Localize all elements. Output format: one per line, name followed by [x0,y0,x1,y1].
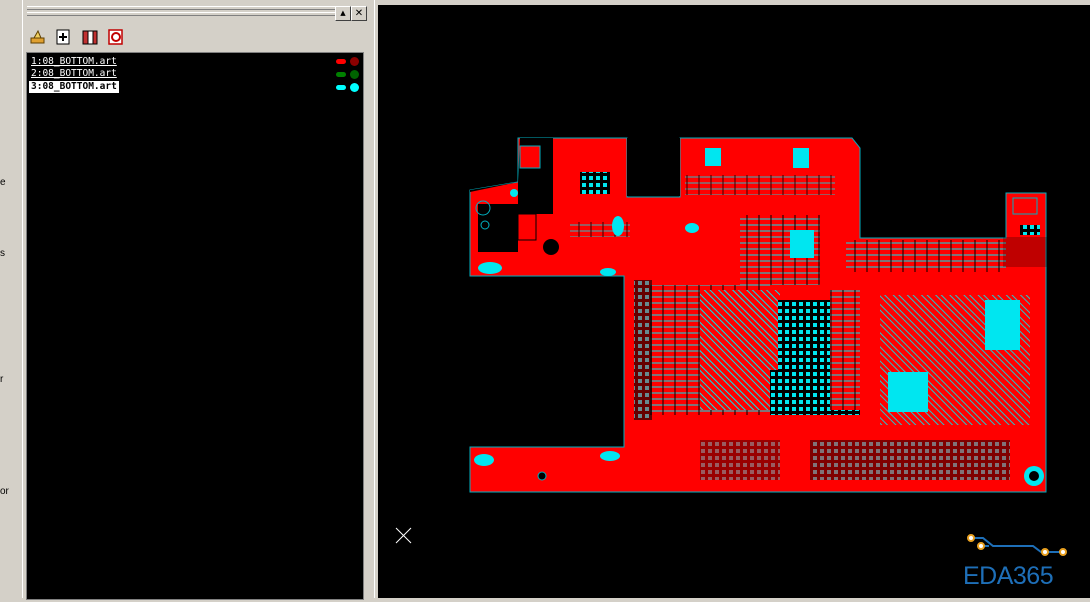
layer-list: 1:08_BOTTOM.art 2:08_BOTTOM.art 3:08_BOT… [26,52,364,600]
strip-letter: r [0,374,4,385]
layer-color-swatch[interactable] [336,85,346,90]
strip-letter: e [0,177,6,188]
panel-minimize-button[interactable]: ▲ [335,6,351,21]
layer-row[interactable]: 1:08_BOTTOM.art [29,56,119,68]
pcb-canvas[interactable]: EDA365 [378,5,1090,598]
open-file-icon[interactable] [29,28,47,46]
layer-visibility-dot[interactable] [350,83,359,92]
panel-close-button[interactable]: ✕ [351,6,367,21]
strip-letter: s [0,248,5,259]
pcb-board-drawing [395,137,1047,544]
app-side-strip: e s r or [0,0,23,598]
logo-text: EDA365 [963,562,1054,590]
panel-grip[interactable] [27,6,353,16]
add-layer-icon[interactable] [55,28,73,46]
strip-letter: or [0,486,9,497]
eda365-logo: EDA365 [963,532,1079,592]
origin-marker [395,527,412,544]
layer-row[interactable]: 2:08_BOTTOM.art [29,68,119,80]
layer-stack-icon[interactable] [81,28,99,46]
layer-row-selected[interactable]: 3:08_BOTTOM.art [29,81,119,93]
delete-layer-icon[interactable] [107,28,125,46]
layer-visibility-dot[interactable] [350,70,359,79]
layer-color-swatch[interactable] [336,72,346,77]
layer-visibility-dot[interactable] [350,57,359,66]
layer-panel: ▲ ✕ 1:08_BOTTOM.art 2:08_BOTTOM.art 3:08… [22,0,375,600]
layer-color-swatch[interactable] [336,59,346,64]
